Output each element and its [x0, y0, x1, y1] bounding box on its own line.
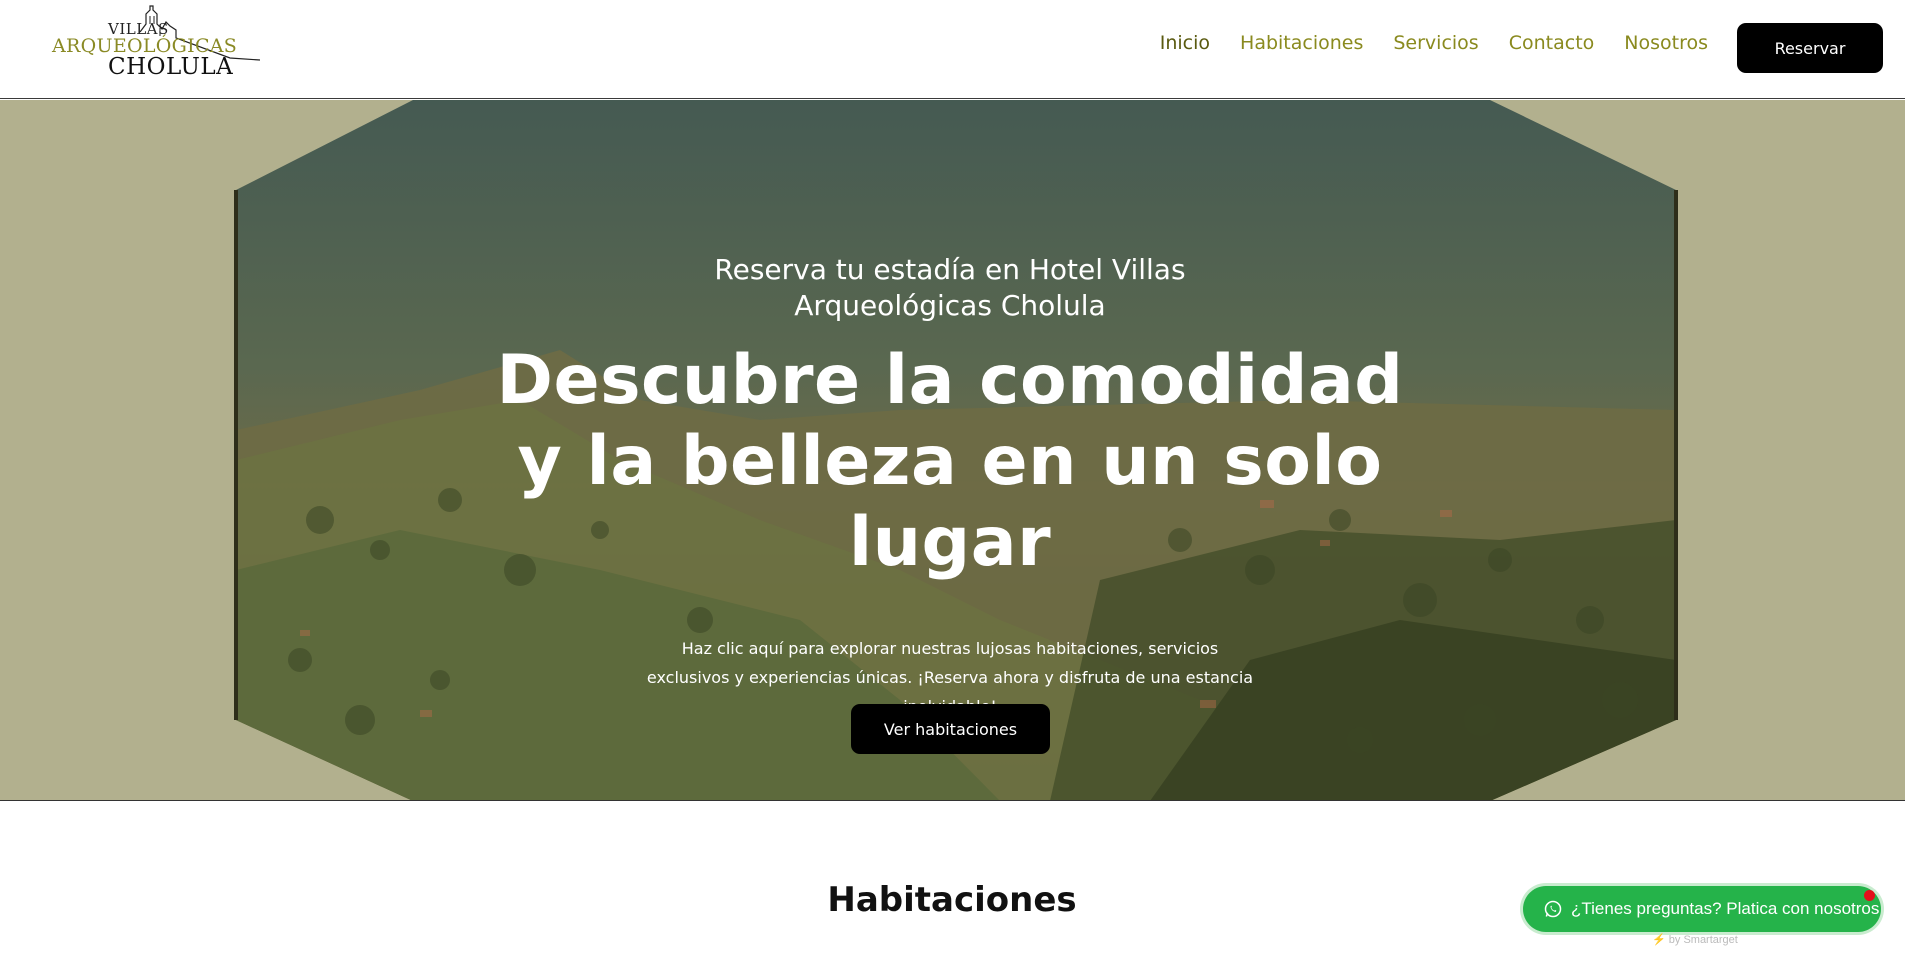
nav-link-inicio[interactable]: Inicio: [1160, 32, 1210, 54]
view-rooms-button[interactable]: Ver habitaciones: [851, 704, 1050, 754]
nav-link-contacto[interactable]: Contacto: [1509, 32, 1595, 54]
chat-label: ¿Tienes preguntas? Platica con nosotros: [1571, 899, 1880, 918]
whatsapp-chat-button[interactable]: ¿Tienes preguntas? Platica con nosotros: [1523, 886, 1881, 932]
powered-by-label: ⚡ by Smartarget: [1652, 933, 1738, 946]
hero-content: Reserva tu estadía en Hotel Villas Arque…: [0, 100, 1905, 800]
main-nav: Inicio Habitaciones Servicios Contacto N…: [1130, 32, 1708, 54]
powered-by-text: by Smartarget: [1668, 934, 1738, 946]
whatsapp-icon: [1544, 900, 1562, 918]
nav-link-nosotros[interactable]: Nosotros: [1624, 32, 1708, 54]
bolt-icon: ⚡: [1652, 934, 1666, 946]
site-header: VILLAS ARQUEOLÓGICAS CHOLULA Inicio Habi…: [0, 0, 1905, 99]
nav-link-habitaciones[interactable]: Habitaciones: [1240, 32, 1363, 54]
hero-section: Reserva tu estadía en Hotel Villas Arque…: [0, 100, 1905, 801]
hero-headline: Descubre la comodidad y la belleza en un…: [496, 341, 1404, 582]
notification-dot: [1864, 890, 1875, 901]
reserve-button[interactable]: Reservar: [1737, 23, 1883, 73]
rooms-section-title: Habitaciones: [827, 880, 1077, 920]
hero-kicker: Reserva tu estadía en Hotel Villas Arque…: [714, 253, 1186, 322]
logo-line-3: CHOLULA: [108, 54, 234, 80]
nav-link-servicios[interactable]: Servicios: [1393, 32, 1478, 54]
hotel-logo[interactable]: VILLAS ARQUEOLÓGICAS CHOLULA: [50, 2, 260, 80]
